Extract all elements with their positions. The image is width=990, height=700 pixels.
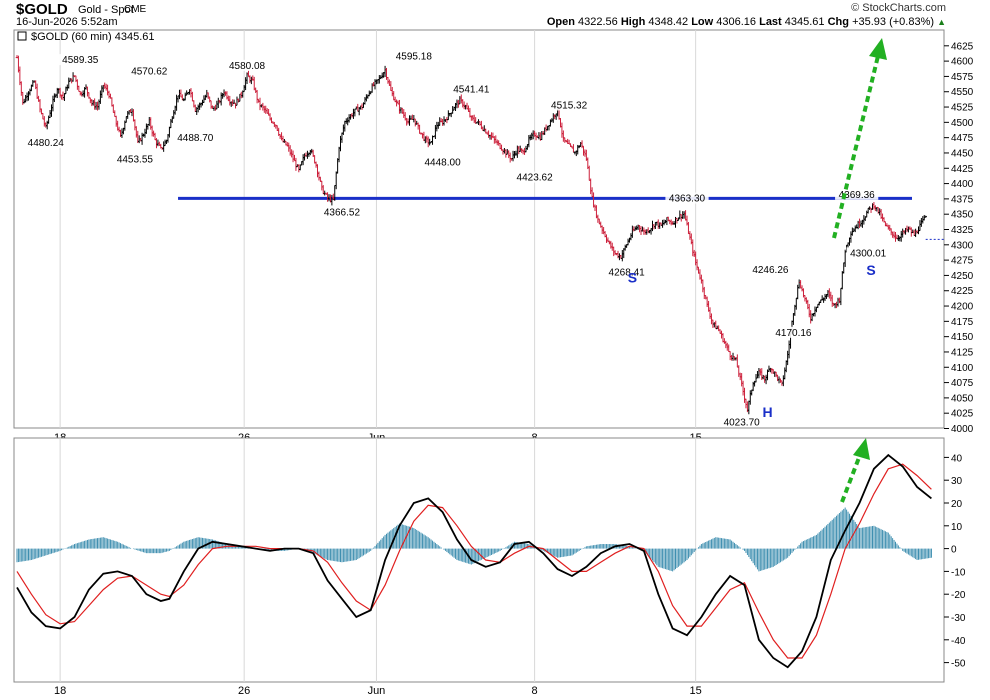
pattern-label: S: [628, 269, 637, 285]
y-tick-label: 4325: [951, 225, 974, 236]
y-tick-label: 4450: [951, 148, 974, 159]
pattern-label: H: [762, 404, 772, 420]
y-tick-label: 30: [951, 476, 963, 487]
price-panel: 4000 4025 4050 4075 4100 4125 4150 4175 4200 4225…: [13, 29, 974, 444]
data-label: 4363.30: [669, 194, 706, 205]
y-tick-label: 4250: [951, 271, 974, 282]
y-tick-label: 4225: [951, 286, 974, 297]
chart-canvas: 4000 4025 4050 4075 4100 4125 4150 4175 4200 4225…: [13, 29, 974, 697]
pattern-label: S: [866, 262, 875, 278]
legend-text: $GOLD (60 min) 4345.61: [31, 31, 155, 43]
y-tick-label: 4600: [951, 57, 974, 68]
data-label: 4170.16: [775, 328, 812, 339]
y-tick-label: 4100: [951, 363, 974, 374]
macd-panel: -50 -40 -30 -20 -10 0 10 20 30 40 18 26 Jun 8 15: [13, 437, 966, 697]
y-tick-label: 4050: [951, 393, 974, 404]
y-tick-label: 4550: [951, 87, 974, 98]
y-tick-label: 4125: [951, 347, 974, 358]
data-label: 4570.62: [131, 67, 168, 78]
y-tick-label: 40: [951, 453, 963, 464]
data-label: 4453.55: [117, 154, 154, 165]
data-label: 4480.24: [28, 138, 65, 149]
price-y-axis: 4000 4025 4050 4075 4100 4125 4150 4175 4200 4225…: [944, 41, 974, 435]
y-tick-label: 4200: [951, 302, 974, 313]
y-tick-label: 4000: [951, 424, 974, 435]
y-tick-label: -10: [951, 567, 966, 578]
y-tick-label: -30: [951, 613, 966, 624]
y-tick-label: 4075: [951, 378, 974, 389]
legend-swatch: [17, 31, 27, 41]
data-label: 4023.70: [724, 417, 761, 428]
y-tick-label: 4575: [951, 72, 974, 83]
data-label: 4595.18: [396, 52, 433, 63]
x-tick-label: 8: [532, 685, 538, 697]
data-label: 4300.01: [850, 248, 887, 259]
x-tick-label: 26: [238, 685, 250, 697]
y-tick-label: 4525: [951, 103, 974, 114]
data-label: 4246.26: [752, 265, 789, 276]
y-tick-label: 0: [951, 545, 957, 556]
y-tick-label: 4400: [951, 179, 974, 190]
macd-y-axis: -50 -40 -30 -20 -10 0 10 20 30 40: [944, 453, 966, 670]
y-tick-label: 4300: [951, 240, 974, 251]
data-label: 4580.08: [229, 61, 266, 72]
x-tick-label: 18: [54, 685, 66, 697]
y-tick-label: -50: [951, 659, 966, 670]
y-tick-label: 4175: [951, 317, 974, 328]
y-tick-label: 4350: [951, 210, 974, 221]
y-tick-label: 10: [951, 522, 963, 533]
data-label: 4448.00: [425, 158, 462, 169]
y-tick-label: 4275: [951, 256, 974, 267]
x-tick-label: Jun: [368, 685, 386, 697]
y-tick-label: 4625: [951, 41, 974, 52]
data-label: 4541.41: [453, 84, 490, 95]
y-tick-label: -40: [951, 636, 966, 647]
macd-x-axis: 18 26 Jun 8 15: [54, 685, 702, 697]
y-tick-label: 4425: [951, 164, 974, 175]
data-label: 4423.62: [517, 173, 554, 184]
y-tick-label: -20: [951, 590, 966, 601]
y-tick-label: 4375: [951, 194, 974, 205]
y-tick-label: 4500: [951, 118, 974, 129]
data-label: 4515.32: [551, 100, 588, 111]
data-label: 4488.70: [177, 133, 214, 144]
x-tick-label: 15: [690, 685, 702, 697]
data-label: 4589.35: [62, 55, 99, 66]
y-tick-label: 4025: [951, 409, 974, 420]
y-tick-label: 4475: [951, 133, 974, 144]
data-label: 4366.52: [324, 208, 361, 219]
legend: $GOLD (60 min) 4345.61: [17, 31, 155, 43]
y-tick-label: 4150: [951, 332, 974, 343]
y-tick-label: 20: [951, 499, 963, 510]
